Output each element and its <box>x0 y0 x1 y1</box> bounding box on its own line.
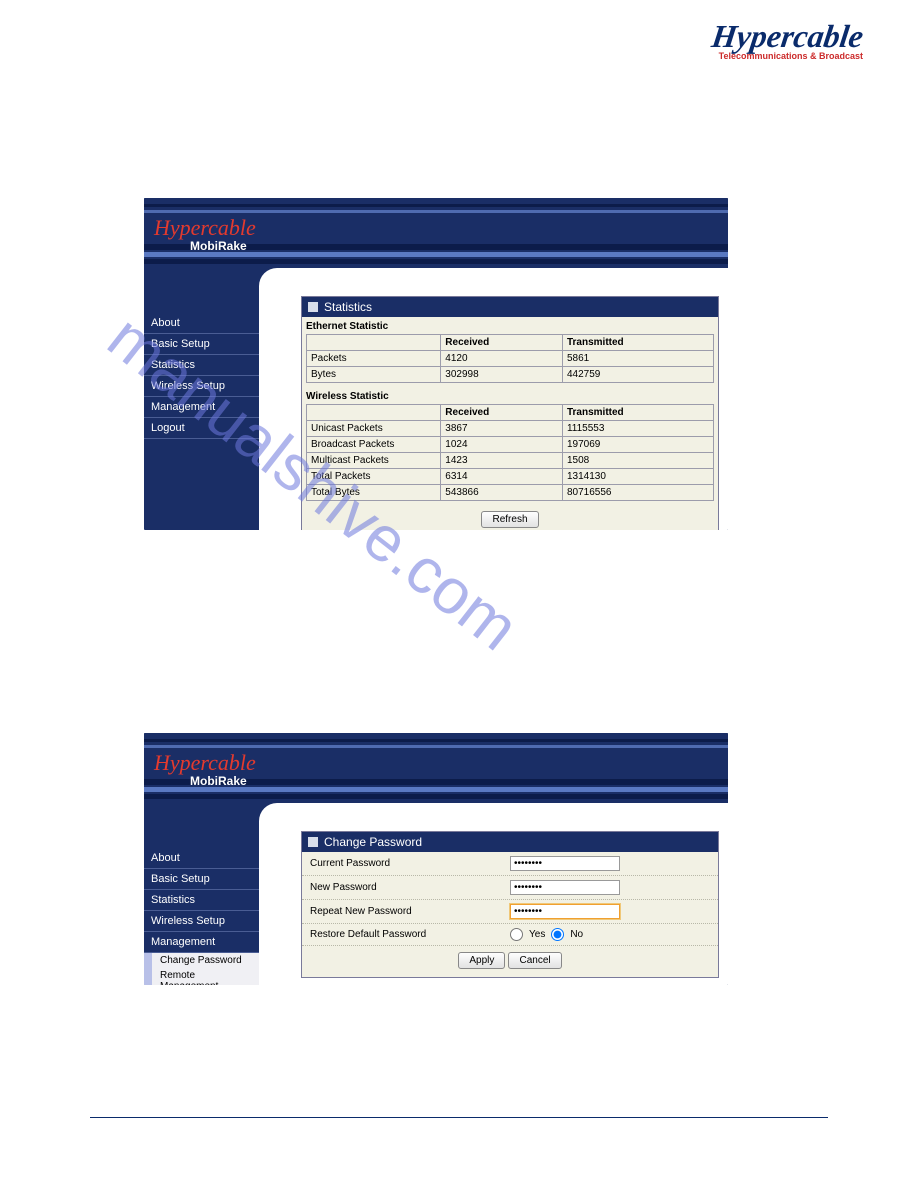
statistics-panel: Statistics Ethernet Statistic Received T… <box>301 296 719 530</box>
eth-col0 <box>307 335 441 351</box>
logo-script: Hypercable <box>709 18 865 55</box>
panel-title-text: Change Password <box>324 835 422 849</box>
logo-script: Hypercable <box>154 215 256 241</box>
refresh-button[interactable]: Refresh <box>481 511 538 528</box>
app-banner: Hypercable MobiRake <box>144 198 728 268</box>
radio-no[interactable] <box>551 928 564 941</box>
table-row: Broadcast Packets1024197069 <box>307 437 714 453</box>
app-banner: Hypercable MobiRake <box>144 733 728 803</box>
table-row: Total Bytes54386680716556 <box>307 485 714 501</box>
content-area: Change Password Current Password New Pas… <box>259 803 728 985</box>
cell: 543866 <box>441 485 563 501</box>
wl-col-transmitted: Transmitted <box>562 405 713 421</box>
table-row: Bytes 302998 442759 <box>307 367 714 383</box>
row-new-password: New Password <box>302 876 718 900</box>
content-area: Statistics Ethernet Statistic Received T… <box>259 268 728 530</box>
cell: 5861 <box>562 351 713 367</box>
cell: Total Bytes <box>307 485 441 501</box>
cell: Broadcast Packets <box>307 437 441 453</box>
footer-rule <box>90 1117 828 1118</box>
ethernet-table: Received Transmitted Packets 4120 5861 B… <box>306 334 714 383</box>
panel-title: Statistics <box>302 297 718 317</box>
wl-col-received: Received <box>441 405 563 421</box>
radio-yes[interactable] <box>510 928 523 941</box>
cell: 6314 <box>441 469 563 485</box>
app-logo: Hypercable MobiRake <box>154 750 256 788</box>
cell: Packets <box>307 351 441 367</box>
subnav-remote-management[interactable]: Remote Management <box>144 968 259 985</box>
cell: Bytes <box>307 367 441 383</box>
cell: 302998 <box>441 367 563 383</box>
nav-logout[interactable]: Logout <box>144 418 259 439</box>
button-row: Apply Cancel <box>302 946 718 977</box>
table-row: Total Packets63141314130 <box>307 469 714 485</box>
row-current-password: Current Password <box>302 852 718 876</box>
nav-management[interactable]: Management <box>144 397 259 418</box>
eth-col-received: Received <box>441 335 563 351</box>
nav-statistics[interactable]: Statistics <box>144 355 259 376</box>
cell: 80716556 <box>562 485 713 501</box>
cell: 1115553 <box>562 421 713 437</box>
cell: Unicast Packets <box>307 421 441 437</box>
label-repeat-password: Repeat New Password <box>310 906 510 917</box>
screenshot-change-password: Hypercable MobiRake About Basic Setup St… <box>144 733 728 985</box>
label-current-password: Current Password <box>310 858 510 869</box>
app-logo: Hypercable MobiRake <box>154 215 256 253</box>
nav-basic-setup[interactable]: Basic Setup <box>144 869 259 890</box>
sidebar-nav: About Basic Setup Statistics Wireless Se… <box>144 848 259 985</box>
eth-col-transmitted: Transmitted <box>562 335 713 351</box>
cell: Multicast Packets <box>307 453 441 469</box>
nav-basic-setup[interactable]: Basic Setup <box>144 334 259 355</box>
table-row: Packets 4120 5861 <box>307 351 714 367</box>
panel-icon <box>308 302 318 312</box>
cell: 3867 <box>441 421 563 437</box>
wireless-label: Wireless Statistic <box>302 387 718 404</box>
wl-col0 <box>307 405 441 421</box>
input-repeat-password[interactable] <box>510 904 620 919</box>
screenshot-statistics: Hypercable MobiRake About Basic Setup St… <box>144 198 728 530</box>
ethernet-label: Ethernet Statistic <box>302 317 718 334</box>
logo-product: MobiRake <box>190 774 256 788</box>
cell: 1508 <box>562 453 713 469</box>
cell: 1423 <box>441 453 563 469</box>
row-repeat-password: Repeat New Password <box>302 900 718 924</box>
cell: 1024 <box>441 437 563 453</box>
cancel-button[interactable]: Cancel <box>508 952 561 969</box>
panel-title-text: Statistics <box>324 300 372 314</box>
wireless-table: Received Transmitted Unicast Packets3867… <box>306 404 714 501</box>
nav-about[interactable]: About <box>144 313 259 334</box>
button-row: Refresh <box>302 505 718 530</box>
nav-about[interactable]: About <box>144 848 259 869</box>
change-password-panel: Change Password Current Password New Pas… <box>301 831 719 978</box>
table-row: Unicast Packets38671115553 <box>307 421 714 437</box>
logo-script: Hypercable <box>154 750 256 776</box>
sidebar-nav: About Basic Setup Statistics Wireless Se… <box>144 313 259 439</box>
cell: 197069 <box>562 437 713 453</box>
cell: 4120 <box>441 351 563 367</box>
panel-title: Change Password <box>302 832 718 852</box>
label-yes: Yes <box>529 929 545 940</box>
label-restore-default: Restore Default Password <box>310 929 510 940</box>
apply-button[interactable]: Apply <box>458 952 505 969</box>
logo-product: MobiRake <box>190 239 256 253</box>
row-restore-default: Restore Default Password Yes No <box>302 924 718 946</box>
nav-management[interactable]: Management <box>144 932 259 953</box>
label-new-password: New Password <box>310 882 510 893</box>
input-current-password[interactable] <box>510 856 620 871</box>
label-no: No <box>570 929 583 940</box>
input-new-password[interactable] <box>510 880 620 895</box>
cell: Total Packets <box>307 469 441 485</box>
cell: 442759 <box>562 367 713 383</box>
panel-icon <box>308 837 318 847</box>
nav-wireless-setup[interactable]: Wireless Setup <box>144 911 259 932</box>
nav-statistics[interactable]: Statistics <box>144 890 259 911</box>
table-row: Multicast Packets14231508 <box>307 453 714 469</box>
page-header-logo: Hypercable Telecommunications & Broadcas… <box>712 18 863 61</box>
nav-wireless-setup[interactable]: Wireless Setup <box>144 376 259 397</box>
cell: 1314130 <box>562 469 713 485</box>
subnav-change-password[interactable]: Change Password <box>144 953 259 968</box>
